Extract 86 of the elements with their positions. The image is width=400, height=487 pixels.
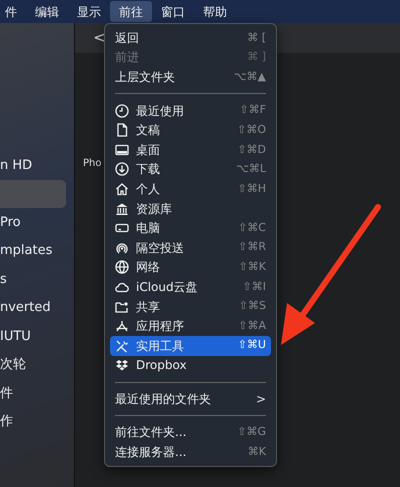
- menu-item-label: 上层文件夹: [115, 68, 176, 86]
- menu-bar-item[interactable]: 编辑: [26, 0, 68, 23]
- menu-bar-item[interactable]: 前往: [110, 1, 152, 22]
- shortcut-label: ⇧⌘F: [239, 102, 266, 118]
- menu-item-label: 共享: [136, 298, 161, 316]
- shortcut-label: ⇧⌘S: [238, 298, 266, 314]
- sidebar-item[interactable]: 次轮: [0, 350, 66, 379]
- menu-item[interactable]: 最近使用的文件夹 >: [110, 389, 271, 409]
- clock-icon: [115, 104, 129, 118]
- menu-bar-item[interactable]: 窗口: [152, 0, 194, 23]
- shortcut-label: ⇧⌘U: [238, 337, 266, 354]
- shortcut-label: ⇧⌘A: [238, 318, 266, 334]
- tools-icon: [115, 338, 129, 353]
- shortcut-label: ⌘ [: [247, 30, 266, 46]
- menu-item-label: iCloud云盘: [136, 278, 199, 296]
- menu-bar-item[interactable]: 显示: [68, 0, 110, 23]
- shortcut-label: ⇧⌘O: [237, 122, 266, 138]
- menu-item[interactable]: 下载 ⌥⌘L: [110, 160, 271, 180]
- shortcut-label: ⌘K: [248, 444, 266, 460]
- menu-item[interactable]: 连接服务器... ⌘K: [110, 442, 271, 462]
- desktop-icon: [115, 142, 129, 157]
- sidebar-item[interactable]: nverted: [0, 294, 66, 322]
- building-icon: [115, 202, 129, 216]
- airdrop-icon: [115, 240, 129, 255]
- menu-item-label: 个人: [136, 180, 161, 198]
- menu-item[interactable]: 文稿 ⇧⌘O: [110, 120, 271, 140]
- menu-bar-item[interactable]: 帮助: [194, 0, 236, 23]
- menu-item[interactable]: 前往文件夹... ⇧⌘G: [110, 422, 271, 442]
- sidebar-item[interactable]: IUTU: [0, 322, 66, 350]
- sidebar-item[interactable]: 作: [0, 408, 66, 436]
- shared-folder-icon: [115, 300, 129, 314]
- sidebar-item[interactable]: 件: [0, 379, 66, 408]
- menu-item[interactable]: 返回 ⌘ [: [110, 28, 271, 48]
- menu-item[interactable]: 个人 ⇧⌘H: [110, 179, 271, 199]
- shortcut-label: ⌘ ]: [247, 49, 266, 66]
- menu-item-label: 返回: [115, 30, 140, 47]
- shortcut-label: ⇧⌘K: [238, 259, 266, 276]
- menu-item-label: 桌面: [136, 142, 161, 159]
- menu-item[interactable]: 隔空投送 ⇧⌘R: [110, 238, 271, 258]
- sidebar-item[interactable]: Pro: [0, 208, 66, 236]
- globe-icon: [115, 260, 129, 274]
- sidebar-item[interactable]: mplates: [0, 236, 66, 265]
- menu-item-label: Dropbox: [136, 357, 188, 374]
- menu-item-label: 资源库: [136, 200, 173, 218]
- menu-item[interactable]: 桌面 ⇧⌘D: [110, 140, 271, 160]
- menu-item-label: 连接服务器...: [115, 444, 188, 462]
- menu-item-label: 网络: [136, 259, 161, 276]
- shortcut-label: ⇧⌘I: [242, 278, 266, 295]
- shortcut-label: ⇧⌘C: [238, 220, 266, 236]
- menu-item-label: 前往文件夹...: [115, 424, 188, 442]
- menu-item-label: 最近使用: [136, 102, 185, 120]
- download-icon: [115, 162, 129, 176]
- apps-icon: [115, 319, 129, 334]
- sidebar-item[interactable]: n HD: [0, 151, 66, 180]
- menu-item-label: 最近使用的文件夹: [115, 390, 212, 408]
- menu-item-label: 电脑: [136, 220, 161, 238]
- menu-item[interactable]: iCloud云盘 ⇧⌘I: [110, 277, 271, 297]
- menu-item[interactable]: 电脑 ⇧⌘C: [110, 218, 271, 238]
- menu-item-label: 前进: [115, 49, 140, 66]
- menu-item[interactable]: 上层文件夹 ⌥⌘▲: [110, 67, 271, 87]
- menu-bar-item[interactable]: 件: [0, 0, 26, 23]
- menu-item[interactable]: 实用工具 ⇧⌘U: [110, 336, 271, 356]
- shortcut-label: ⇧⌘R: [238, 239, 266, 256]
- menu-item-label: 实用工具: [136, 338, 185, 355]
- shortcut-label: ⇧⌘G: [237, 424, 266, 440]
- sidebar-item[interactable]: s: [0, 265, 66, 294]
- menu-item-label: 下载: [136, 161, 161, 178]
- menu-item[interactable]: 网络 ⇧⌘K: [110, 258, 271, 278]
- document-icon: [115, 123, 129, 138]
- home-icon: [115, 182, 129, 196]
- submenu-arrow-icon: >: [256, 390, 266, 408]
- menu-item[interactable]: 最近使用 ⇧⌘F: [110, 100, 271, 120]
- shortcut-label: ⌥⌘L: [236, 161, 266, 178]
- shortcut-label: ⌥⌘▲: [234, 68, 266, 85]
- shortcut-label: ⇧⌘D: [237, 142, 266, 158]
- menu-item-label: 文稿: [136, 122, 161, 140]
- menu-item-label: 应用程序: [136, 318, 185, 336]
- menu-item[interactable]: Dropbox: [110, 356, 271, 376]
- menu-item[interactable]: 共享 ⇧⌘S: [110, 296, 271, 316]
- file-label: Pho: [83, 158, 102, 169]
- menu-item[interactable]: 应用程序 ⇧⌘A: [110, 316, 271, 336]
- shortcut-label: ⇧⌘H: [238, 180, 266, 197]
- menu-item[interactable]: 资源库: [110, 198, 271, 218]
- dropbox-icon: [115, 358, 129, 372]
- menu-item-label: 隔空投送: [136, 240, 185, 257]
- sidebar-item[interactable]: [0, 180, 66, 208]
